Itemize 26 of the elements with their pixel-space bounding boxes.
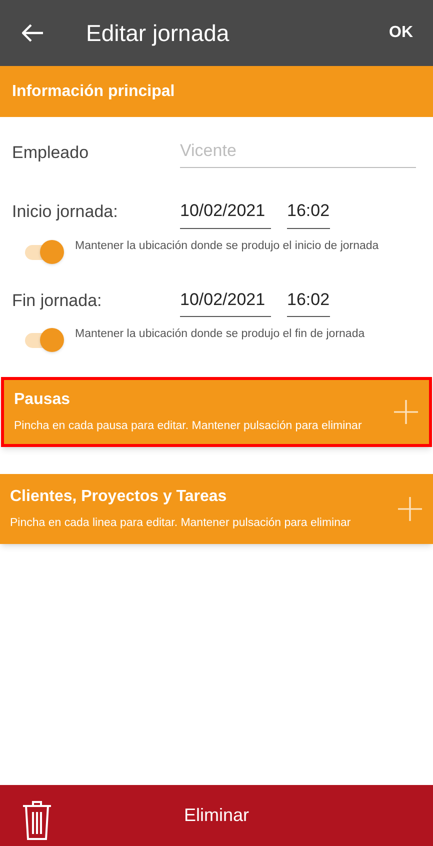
toggle-label: Mantener la ubicación donde se produjo el fin de jornada: [75, 327, 365, 341]
field-label: Inicio jornada:: [12, 201, 119, 223]
screen-title: Editar jornada: [86, 18, 230, 48]
section-title: Información principal: [12, 82, 175, 102]
date-field[interactable]: 10/02/2021: [180, 286, 271, 317]
delete-bar[interactable]: Eliminar: [0, 785, 433, 846]
time-field[interactable]: 16:02: [287, 286, 330, 317]
trash-icon: [22, 800, 52, 840]
field-label: Empleado: [12, 142, 90, 164]
add-button[interactable]: [393, 399, 419, 425]
date-field[interactable]: 10/02/2021: [180, 198, 271, 228]
plus-icon: [393, 399, 419, 425]
toggle-switch[interactable]: [25, 327, 65, 353]
section-hint: Pincha en cada pausa para editar. Mantener pulsación para eliminar: [14, 419, 363, 434]
field-label: Fin jornada:: [12, 290, 103, 312]
section-hint: Pincha en cada linea para editar. Mantener pulsación para eliminar: [10, 516, 352, 532]
add-button[interactable]: [397, 496, 423, 522]
toggle-switch[interactable]: [25, 238, 65, 264]
time-field[interactable]: 16:02: [287, 198, 330, 228]
back-arrow-icon: [22, 24, 44, 42]
ok-button[interactable]: OK: [389, 21, 413, 45]
employee-field[interactable]: Vicente: [180, 138, 416, 168]
section-title: Pausas: [14, 390, 72, 410]
toggle-label: Mantener la ubicación donde se produjo el inicio de jornada: [75, 238, 379, 252]
plus-icon: [397, 496, 423, 522]
section-title: Clientes, Proyectos y Tareas: [10, 487, 228, 508]
